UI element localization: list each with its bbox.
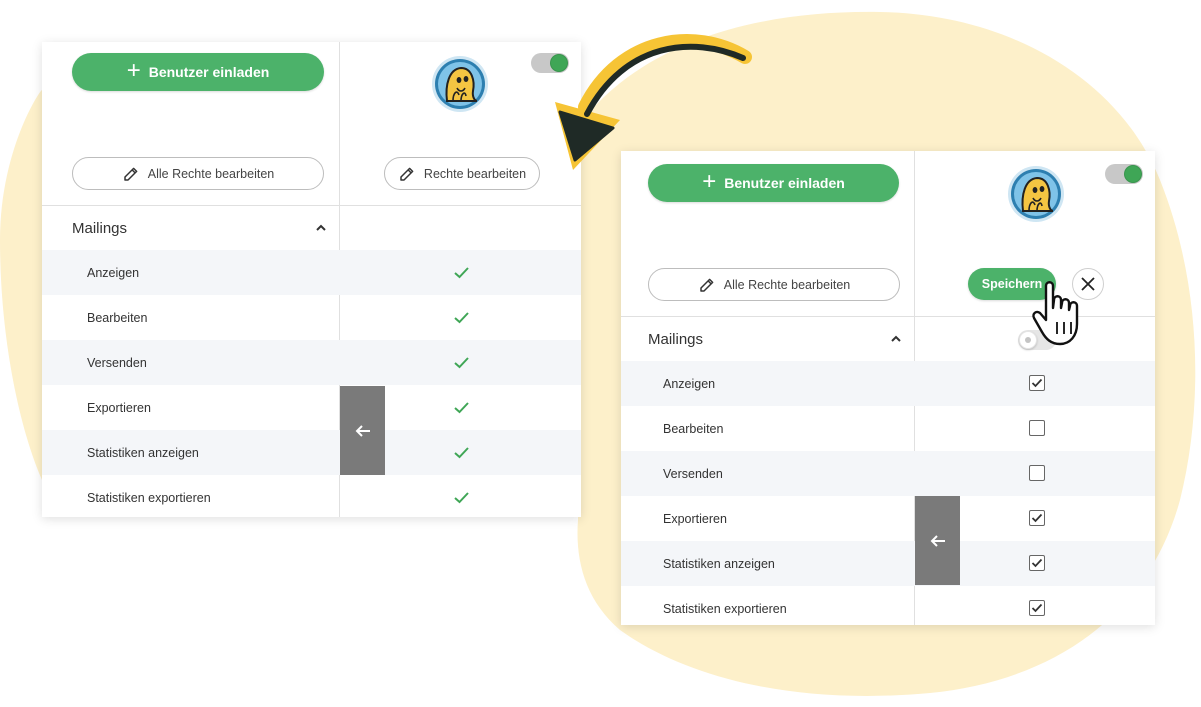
permission-label: Exportieren [87, 400, 151, 415]
user-active-toggle[interactable] [1105, 164, 1143, 184]
curved-arrow [555, 34, 752, 170]
check-icon [454, 402, 469, 414]
collapse-column-button[interactable] [915, 496, 960, 585]
permission-checkbox[interactable] [1029, 465, 1045, 481]
permission-label: Bearbeiten [663, 421, 724, 436]
permission-row: Versenden [621, 451, 1155, 496]
collapse-column-button[interactable] [340, 386, 385, 475]
permission-checkbox[interactable] [1029, 420, 1045, 436]
check-icon [454, 357, 469, 369]
permission-row: Exportieren [42, 385, 581, 430]
pencil-icon [400, 167, 414, 181]
permission-row: Statistiken anzeigen [42, 430, 581, 475]
edit-all-permissions-button[interactable]: Alle Rechte bearbeiten [648, 268, 900, 301]
section-header-mailings[interactable]: Mailings [621, 317, 914, 361]
mascot-avatar [432, 56, 488, 112]
chevron-up-icon[interactable] [315, 222, 327, 234]
permission-label: Anzeigen [87, 265, 140, 280]
permission-row: Bearbeiten [621, 406, 1155, 451]
check-icon [1031, 513, 1043, 523]
pencil-icon [124, 167, 138, 181]
permission-row: Anzeigen [42, 250, 581, 295]
permission-label: Exportieren [663, 511, 727, 526]
arrow-left-icon [355, 424, 370, 437]
hand-pointer-icon [1032, 281, 1079, 346]
check-icon [454, 492, 469, 504]
edit-all-permissions-label: Alle Rechte bearbeiten [147, 166, 275, 181]
permission-label: Versenden [87, 355, 147, 370]
edit-permissions-label: Rechte bearbeiten [423, 166, 527, 181]
invite-user-label: Benutzer einladen [148, 64, 270, 80]
check-icon [454, 312, 469, 324]
edit-all-permissions-label: Alle Rechte bearbeiten [723, 277, 851, 292]
permission-checkbox[interactable] [1029, 600, 1045, 616]
permission-row: Statistiken exportieren [621, 586, 1155, 625]
section-title: Mailings [648, 330, 704, 348]
check-icon [1031, 378, 1043, 388]
permission-row: Statistiken exportieren [42, 475, 581, 517]
permission-row: Anzeigen [621, 361, 1155, 406]
permission-row: Versenden [42, 340, 581, 385]
permissions-panel-after: + Benutzer einladen Alle Rechte bearbeit… [621, 151, 1155, 625]
edit-permissions-button[interactable]: Rechte bearbeiten [384, 157, 540, 190]
check-icon [1031, 558, 1043, 568]
permission-row: Bearbeiten [42, 295, 581, 340]
edit-all-permissions-button[interactable]: Alle Rechte bearbeiten [72, 157, 324, 190]
permission-label: Bearbeiten [87, 310, 148, 325]
permission-row: Exportieren [621, 496, 1155, 541]
arrow-left-icon [930, 534, 945, 547]
permission-checkbox[interactable] [1029, 375, 1045, 391]
chevron-up-icon[interactable] [890, 333, 902, 345]
permission-label: Versenden [663, 466, 723, 481]
permission-checkbox[interactable] [1029, 510, 1045, 526]
toggle-knob [1124, 165, 1142, 183]
section-title: Mailings [72, 219, 128, 237]
check-icon [454, 267, 469, 279]
permission-label: Statistiken anzeigen [663, 556, 775, 571]
check-icon [454, 447, 469, 459]
mascot-avatar [1008, 166, 1064, 222]
section-header-mailings[interactable]: Mailings [42, 206, 339, 250]
permission-label: Anzeigen [663, 376, 716, 391]
check-icon [1031, 603, 1043, 613]
permission-label: Statistiken exportieren [87, 490, 211, 505]
permissions-panel-before: + Benutzer einladen Alle Rechte bearbeit… [42, 42, 581, 517]
permission-label: Statistiken exportieren [663, 601, 787, 616]
plus-icon: + [126, 57, 141, 84]
permission-checkbox[interactable] [1029, 555, 1045, 571]
permission-row: Statistiken anzeigen [621, 541, 1155, 586]
invite-user-button[interactable]: + Benutzer einladen [72, 53, 324, 91]
pencil-icon [700, 278, 714, 292]
permission-label: Statistiken anzeigen [87, 445, 199, 460]
